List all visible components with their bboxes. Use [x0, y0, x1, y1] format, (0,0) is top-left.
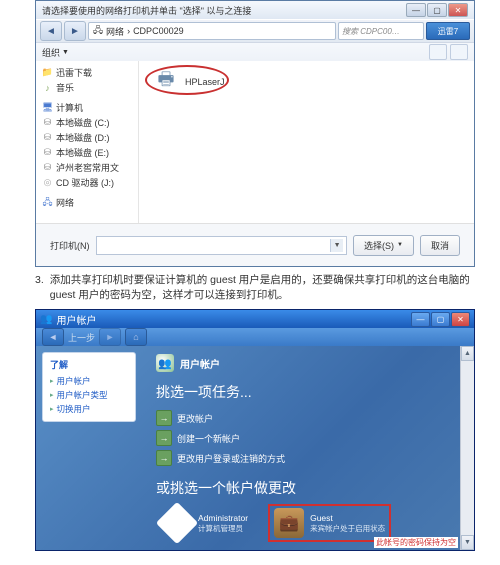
section-title-tasks: 挑选一项任务...	[156, 382, 460, 402]
help-button[interactable]	[450, 44, 468, 60]
tree-disk-d[interactable]: ⛁本地磁盘 (D:)	[42, 130, 132, 145]
help-link[interactable]: 用户帐户	[50, 374, 128, 388]
task-link[interactable]: →创建一个新帐户	[156, 428, 460, 448]
panel-title: 了解	[50, 358, 128, 371]
select-button[interactable]: 选择(S) ▼	[353, 235, 414, 256]
task-link[interactable]: →更改帐户	[156, 408, 460, 428]
file-area[interactable]: 🖶 HPLaserJ	[139, 61, 474, 223]
printer-item[interactable]: 🖶 HPLaserJ	[153, 71, 460, 93]
back-button[interactable]: ◄	[40, 21, 62, 41]
nav-bar: ◄ ► 🖧 网络 › CDPC00029 搜索 CDPC00… 迅雷7	[36, 19, 474, 42]
printer-label: HPLaserJ	[185, 77, 225, 87]
window-title: 用户帐户	[56, 312, 96, 327]
search-input[interactable]: 搜索 CDPC00…	[338, 22, 424, 40]
close-button[interactable]: ✕	[451, 312, 470, 327]
disk-icon: ⛁	[42, 162, 53, 173]
tree-downloads[interactable]: 📁迅雷下载	[42, 65, 132, 80]
home-button[interactable]: ⌂	[125, 328, 147, 346]
step-text: 添加共享打印机时要保证计算机的 guest 用户是启用的，还要确保共享打印机的这…	[50, 273, 475, 303]
task-link[interactable]: →更改用户登录或注销的方式	[156, 448, 460, 468]
guest-icon: 💼	[274, 508, 304, 538]
tree-computer[interactable]: 🖥计算机	[42, 100, 132, 115]
side-panel: 了解 用户帐户 用户帐户类型 切换用户	[36, 346, 142, 550]
printer-icon: 🖶	[153, 71, 179, 93]
section-title-accounts: 或挑选一个帐户做更改	[156, 478, 460, 498]
view-button[interactable]	[429, 44, 447, 60]
explorer-window: 请选择要使用的网络打印机并单击 "选择" 以与之连接 — ▢ ✕ ◄ ► 🖧 网…	[35, 0, 475, 267]
toolbar: 组织▼	[36, 42, 474, 61]
users-icon: 👥	[156, 354, 174, 372]
users-icon: 👥	[40, 314, 52, 325]
account-admin[interactable]: ♞ Administrator计算机管理员	[156, 504, 254, 542]
printer-combo[interactable]: ▼	[96, 236, 348, 255]
window-titlebar: 请选择要使用的网络打印机并单击 "选择" 以与之连接 — ▢ ✕	[36, 1, 474, 19]
xp-toolbar: ◄ 上一步 ► ⌂	[36, 328, 474, 346]
maximize-button[interactable]: ▢	[431, 312, 450, 327]
arrow-icon: →	[156, 410, 172, 426]
account-guest[interactable]: 💼 Guest来宾帐户处于启用状态	[268, 504, 391, 542]
minimize-button[interactable]: —	[411, 312, 430, 327]
scroll-up-icon[interactable]: ▲	[461, 346, 474, 361]
maximize-button[interactable]: ▢	[427, 3, 447, 17]
help-link[interactable]: 用户帐户类型	[50, 388, 128, 402]
disk-icon: ⛁	[42, 147, 53, 158]
tree-music[interactable]: ♪音乐	[42, 80, 132, 95]
address-bar[interactable]: 🖧 网络 › CDPC00029	[88, 22, 336, 40]
back-button[interactable]: ◄	[42, 328, 64, 346]
forward-button[interactable]: ►	[64, 21, 86, 41]
window-title: 请选择要使用的网络打印机并单击 "选择" 以与之连接	[42, 4, 251, 17]
network-icon: 🖧	[93, 23, 103, 39]
minimize-button[interactable]: —	[406, 3, 426, 17]
tree-disk-c[interactable]: ⛁本地磁盘 (C:)	[42, 115, 132, 130]
organize-menu[interactable]: 组织▼	[42, 46, 69, 59]
computer-icon: 🖥	[42, 102, 53, 113]
tree-network[interactable]: 🖧网络	[42, 195, 132, 210]
disk-icon: ⛁	[42, 132, 53, 143]
chevron-down-icon: ▼	[330, 239, 343, 252]
dialog-footer: 打印机(N) ▼ 选择(S) ▼ 取消	[36, 223, 474, 266]
admin-icon: ♞	[156, 502, 198, 544]
nav-tree: 📁迅雷下载 ♪音乐 🖥计算机 ⛁本地磁盘 (C:) ⛁本地磁盘 (D:) ⛁本地…	[36, 61, 139, 223]
tree-disk-e[interactable]: ⛁本地磁盘 (E:)	[42, 145, 132, 160]
folder-icon: 📁	[42, 67, 53, 78]
tree-cd[interactable]: ◎CD 驱动器 (J:)	[42, 175, 132, 190]
annotation-note: 此帐号的密码保持为空	[374, 537, 458, 548]
disk-icon: ⛁	[42, 117, 53, 128]
music-icon: ♪	[42, 82, 53, 93]
printer-field-label: 打印机(N)	[50, 239, 90, 252]
close-button[interactable]: ✕	[448, 3, 468, 17]
arrow-icon: →	[156, 430, 172, 446]
forward-button[interactable]: ►	[99, 328, 121, 346]
main-panel: 👥 用户帐户 挑选一项任务... →更改帐户 →创建一个新帐户 →更改用户登录或…	[142, 346, 474, 550]
network-icon: 🖧	[42, 197, 53, 208]
instruction-step: 3. 添加共享打印机时要保证计算机的 guest 用户是启用的，还要确保共享打印…	[35, 273, 475, 303]
scrollbar[interactable]: ▲ ▼	[460, 346, 474, 550]
tree-disk-lu[interactable]: ⛁泸州老窖常用文	[42, 160, 132, 175]
cd-icon: ◎	[42, 177, 53, 188]
arrow-icon: →	[156, 450, 172, 466]
main-header: 👥 用户帐户	[156, 354, 460, 372]
scroll-down-icon[interactable]: ▼	[461, 535, 474, 550]
help-link[interactable]: 切换用户	[50, 402, 128, 416]
step-number: 3.	[35, 273, 44, 303]
window-titlebar: 👥 用户帐户 — ▢ ✕	[36, 310, 474, 328]
cancel-button[interactable]: 取消	[420, 235, 460, 256]
xunlei-badge[interactable]: 迅雷7	[426, 22, 470, 40]
user-accounts-window: 👥 用户帐户 — ▢ ✕ ◄ 上一步 ► ⌂ 了解 用户帐户 用户帐户类型 切换…	[35, 309, 475, 551]
